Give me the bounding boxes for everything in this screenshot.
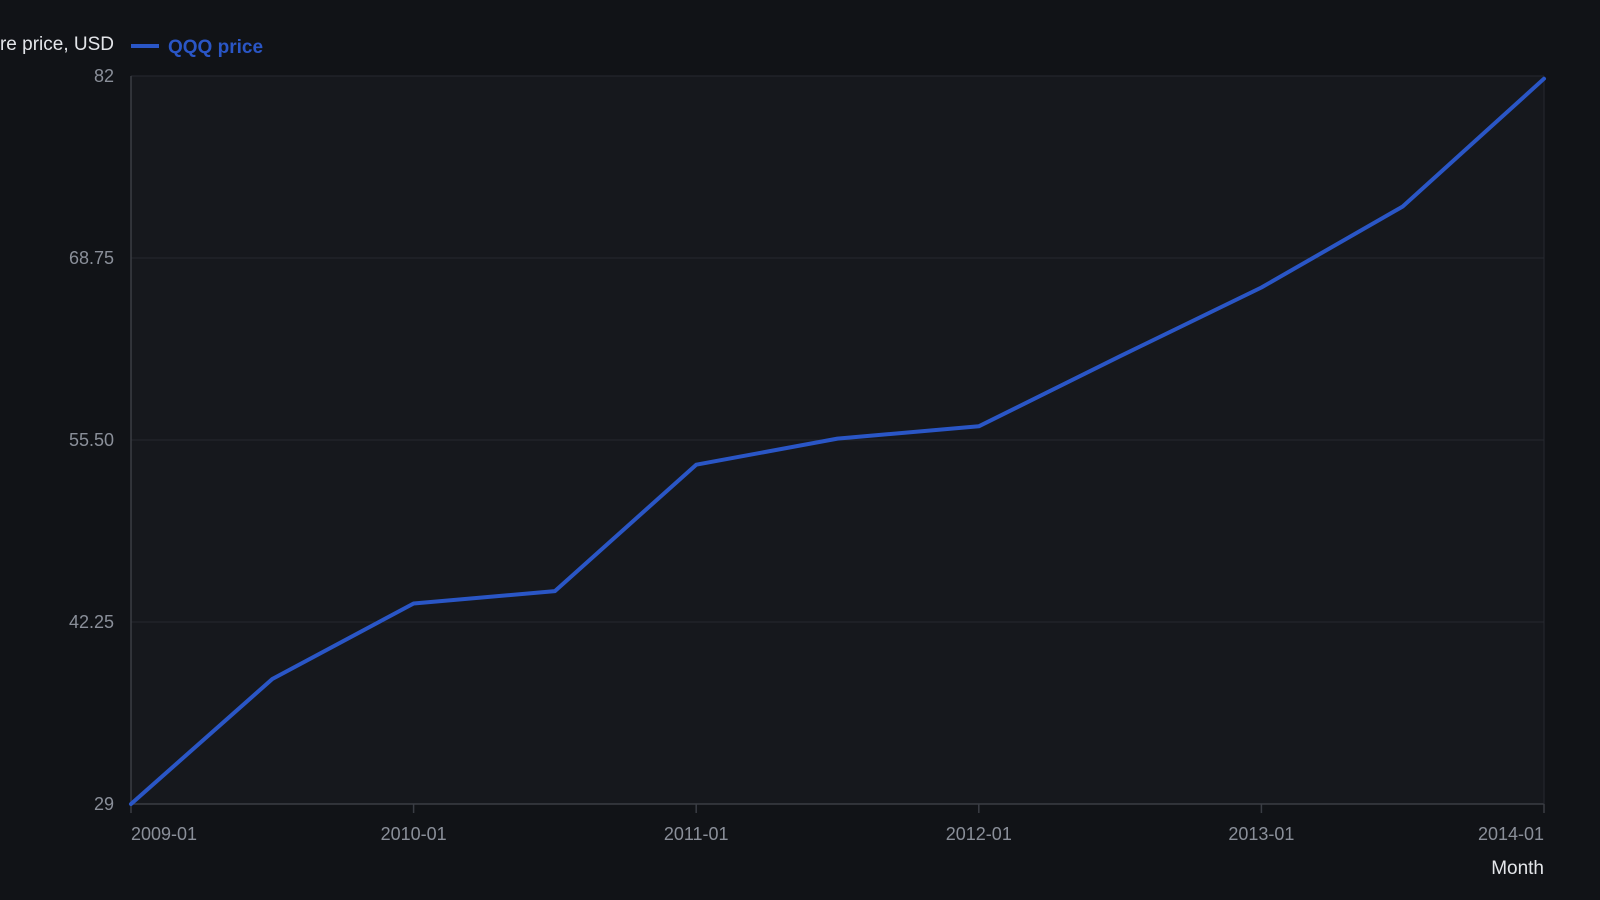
x-tick-label: 2010-01 (381, 824, 447, 844)
line-chart: 29 42.25 55.50 68.75 82 2009-01 2010-01 2011-0… (0, 0, 1600, 900)
x-axis-title: Month (1491, 858, 1544, 879)
x-tick-label: 2011-01 (664, 824, 729, 844)
x-tick-label: 2014-01 (1478, 824, 1544, 844)
y-axis-title: re price, USD (0, 34, 114, 55)
y-tick-label: 55.50 (69, 430, 114, 450)
y-tick-label: 82 (94, 66, 114, 86)
y-tick-label: 42.25 (69, 612, 114, 632)
legend-label: QQQ price (168, 37, 263, 58)
x-tick-label: 2013-01 (1228, 824, 1294, 844)
x-tick-label: 2012-01 (946, 824, 1012, 844)
y-tick-label: 68.75 (69, 248, 114, 268)
x-tick-label: 2009-01 (131, 824, 197, 844)
y-tick-label: 29 (94, 794, 114, 814)
